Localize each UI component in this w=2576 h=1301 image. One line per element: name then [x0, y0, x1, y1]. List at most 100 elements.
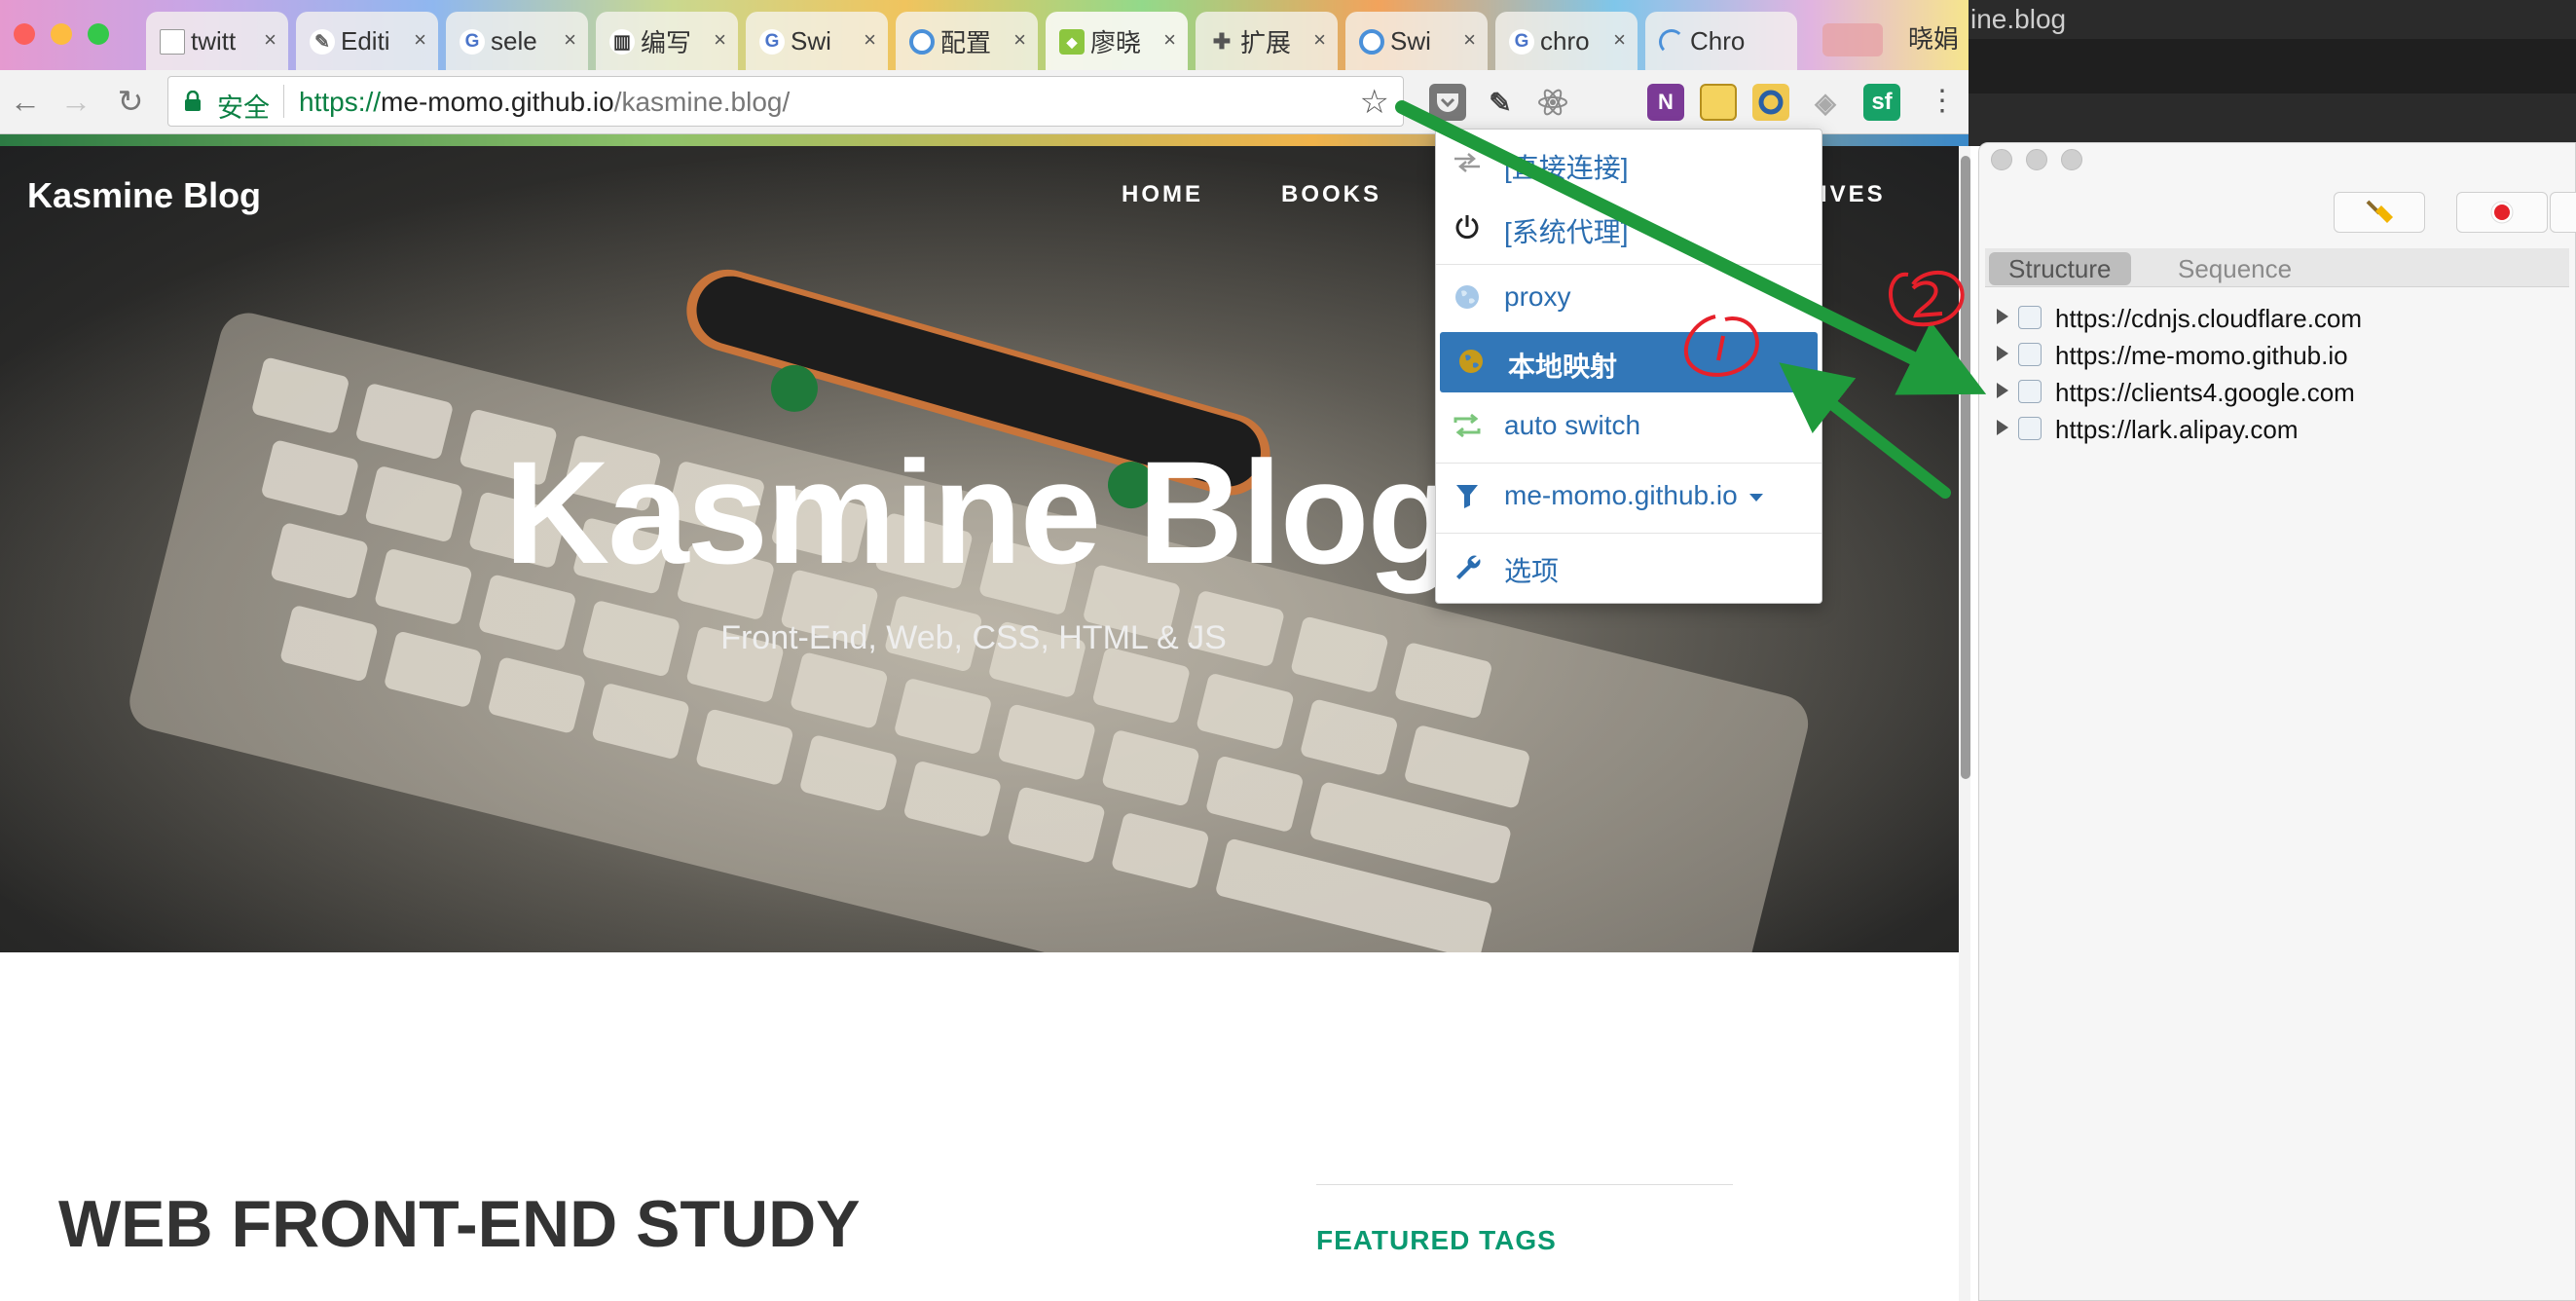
proxy-menu-item-auto-switch[interactable]: auto switch — [1436, 396, 1822, 455]
tab-sequence[interactable]: Sequence — [2158, 252, 2311, 285]
tab-close-button[interactable]: × — [264, 27, 276, 53]
profile-name[interactable]: 晓娟 — [1908, 19, 1959, 56]
browser-tab[interactable]: twitt × — [146, 12, 288, 70]
tab-close-button[interactable]: × — [414, 27, 426, 53]
clear-session-button[interactable] — [2334, 192, 2425, 233]
tab-title: Swi — [791, 25, 831, 56]
tab-close-button[interactable]: × — [1013, 27, 1026, 53]
tree-row[interactable]: https://lark.alipay.com — [1985, 410, 2569, 447]
browser-tab[interactable]: G chro × — [1495, 12, 1638, 70]
tab-close-button[interactable]: × — [864, 27, 876, 53]
proxy-menu-item-site-rule[interactable]: me-momo.github.io — [1436, 466, 1822, 525]
globe-icon — [2018, 380, 2042, 403]
minimize-window-button[interactable] — [51, 23, 72, 45]
zoom-window-button[interactable] — [88, 23, 109, 45]
lock-icon — [185, 91, 201, 111]
nav-books-link[interactable]: BOOKS — [1281, 181, 1381, 208]
browser-toolbar: ← → ↻ 安全 https://me-momo.github.io/kasmi… — [0, 70, 1969, 134]
proxy-debugger-window: Structure Sequence https://cdnjs.cloudfl… — [1978, 142, 2576, 1301]
close-window-button[interactable] — [14, 23, 35, 45]
nav-home-link[interactable]: HOME — [1122, 181, 1203, 208]
tree-row[interactable]: https://me-momo.github.io — [1985, 336, 2569, 373]
security-indicator[interactable]: 安全 — [217, 87, 270, 125]
sidebar-divider — [1316, 1184, 1733, 1185]
tab-close-button[interactable]: × — [1613, 27, 1626, 53]
host-label: https://clients4.google.com — [2055, 378, 2355, 407]
switchyomega-icon[interactable] — [1752, 84, 1789, 121]
back-button[interactable]: ← — [6, 82, 45, 121]
proxy-menu-item-local-mapping[interactable]: 本地映射 — [1440, 332, 1818, 392]
browser-menu-icon[interactable]: ⋮ — [1928, 84, 1957, 118]
url-text[interactable]: https://me-momo.github.io/kasmine.blog/ — [299, 87, 790, 118]
host-label: https://cdnjs.cloudflare.com — [2055, 304, 2363, 333]
layers-icon[interactable]: ◈ — [1807, 84, 1844, 121]
tab-close-button[interactable]: × — [1463, 27, 1476, 53]
eyedropper-icon[interactable]: ✎ — [1482, 84, 1519, 121]
browser-tab[interactable]: G sele × — [446, 12, 588, 70]
address-bar[interactable]: 安全 https://me-momo.github.io/kasmine.blo… — [167, 76, 1404, 127]
page-scrollbar-thumb[interactable] — [1961, 156, 1970, 779]
tab-close-button[interactable]: × — [714, 27, 726, 53]
nav-archives-link[interactable]: IVES — [1821, 181, 1886, 208]
onenote-icon[interactable]: N — [1647, 84, 1684, 121]
browser-tab[interactable]: Swi × — [1345, 12, 1488, 70]
tab-close-button[interactable]: × — [1163, 27, 1176, 53]
browser-tab[interactable]: 配置 × — [896, 12, 1038, 70]
toolbar-overflow-button[interactable] — [2550, 192, 2576, 233]
featured-tags-heading: FEATURED TAGS — [1316, 1225, 1557, 1255]
tab-title: Chro — [1690, 25, 1746, 56]
proxy-menu-label: auto switch — [1504, 410, 1641, 440]
browser-window: twitt × ✎ Editi × G sele × ▥ 编写 × G Swi … — [0, 0, 1969, 146]
browser-tab[interactable]: ✎ Editi × — [296, 12, 438, 70]
menu-divider — [1436, 463, 1822, 464]
proxy-menu-item-options[interactable]: 选项 — [1436, 537, 1822, 595]
background-window-bar — [1969, 39, 2576, 93]
disclosure-triangle-icon[interactable] — [1997, 420, 2008, 435]
blank-extension-icon[interactable] — [1587, 84, 1624, 121]
new-tab-button[interactable] — [1822, 23, 1883, 56]
forward-button[interactable]: → — [56, 82, 95, 121]
zoom-window-button[interactable] — [2061, 149, 2082, 170]
tab-title: 配置 — [940, 27, 992, 57]
menu-divider — [1436, 264, 1822, 265]
browser-tab-active[interactable]: ◆ 廖晓 × — [1046, 12, 1188, 70]
proxy-menu-label: 本地映射 — [1508, 352, 1618, 382]
background-window-title: ine.blog — [1970, 4, 2067, 34]
google-icon: G — [460, 29, 485, 55]
close-window-button[interactable] — [1991, 149, 2012, 170]
record-icon — [2490, 201, 2514, 224]
document-icon — [160, 29, 185, 55]
browser-tab[interactable]: ▥ 编写 × — [596, 12, 738, 70]
react-icon[interactable] — [1534, 84, 1571, 121]
notes-icon[interactable] — [1700, 84, 1737, 121]
segmentfault-icon[interactable]: sf — [1863, 84, 1900, 121]
loading-icon — [1659, 29, 1684, 55]
reload-button[interactable]: ↻ — [111, 82, 150, 121]
proxy-menu-item-direct[interactable]: [直接连接] — [1436, 133, 1822, 192]
bookmark-star-icon[interactable]: ☆ — [1360, 83, 1389, 122]
tab-close-button[interactable]: × — [564, 27, 576, 53]
pocket-icon[interactable] — [1429, 84, 1466, 121]
disclosure-triangle-icon[interactable] — [1997, 309, 2008, 324]
tree-row[interactable]: https://cdnjs.cloudflare.com — [1985, 299, 2569, 336]
tab-title: 廖晓 — [1090, 27, 1142, 57]
tab-title: Swi — [1390, 25, 1431, 56]
wrench-icon — [1452, 550, 1483, 581]
lock-icon — [2018, 417, 2042, 440]
tab-strip: twitt × ✎ Editi × G sele × ▥ 编写 × G Swi … — [0, 0, 1969, 70]
tab-structure[interactable]: Structure — [1989, 252, 2131, 285]
minimize-window-button[interactable] — [2026, 149, 2047, 170]
browser-tab[interactable]: ✚ 扩展 × — [1196, 12, 1338, 70]
browser-tab[interactable]: Chro — [1645, 12, 1797, 70]
record-button[interactable] — [2456, 192, 2548, 233]
proxy-menu-item-system[interactable]: [系统代理] — [1436, 198, 1822, 256]
disclosure-triangle-icon[interactable] — [1997, 346, 2008, 361]
lock-icon — [2018, 343, 2042, 366]
site-brand[interactable]: Kasmine Blog — [27, 175, 261, 216]
view-tab-bar: Structure Sequence — [1985, 248, 2569, 287]
proxy-menu-item-proxy[interactable]: proxy — [1436, 268, 1822, 326]
tree-row[interactable]: https://clients4.google.com — [1985, 373, 2569, 410]
disclosure-triangle-icon[interactable] — [1997, 383, 2008, 398]
browser-tab[interactable]: G Swi × — [746, 12, 888, 70]
tab-close-button[interactable]: × — [1313, 27, 1326, 53]
